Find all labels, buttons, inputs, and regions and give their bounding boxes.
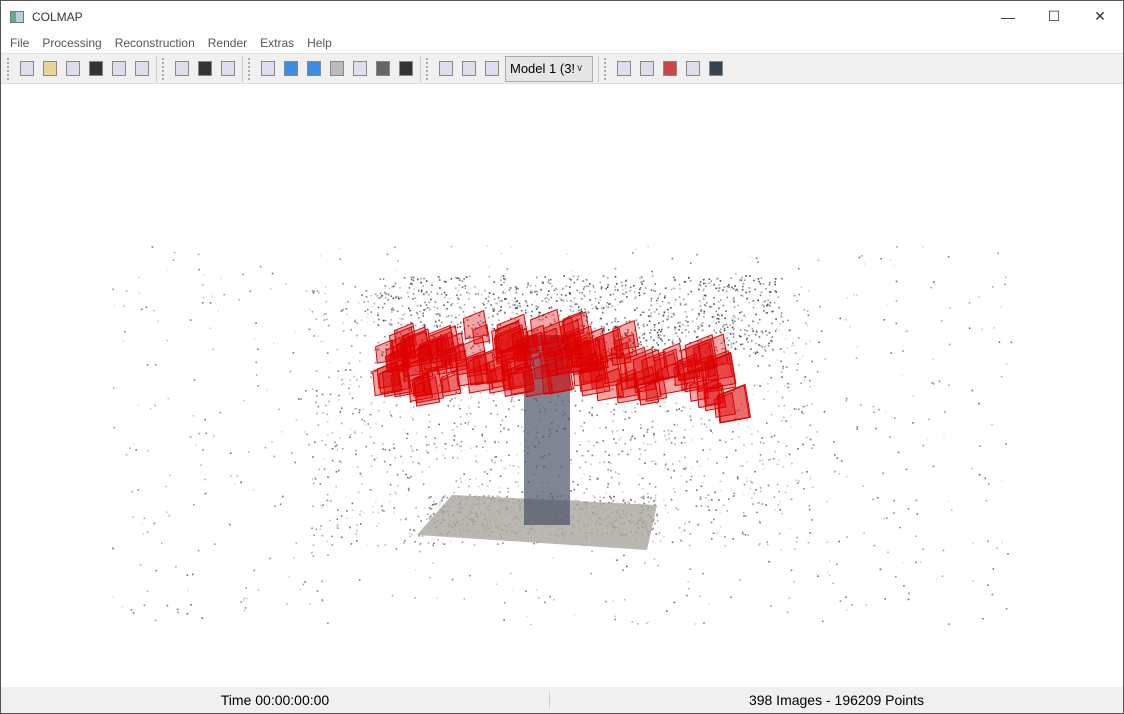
- screenshot-icon: [685, 61, 700, 76]
- stats-button[interactable]: [658, 58, 681, 80]
- save-project-button[interactable]: [84, 58, 107, 80]
- toolbar-separator: [598, 55, 599, 82]
- step-button[interactable]: [302, 58, 325, 80]
- log-button[interactable]: [612, 58, 635, 80]
- menu-processing[interactable]: Processing: [37, 36, 109, 50]
- toolbar-separator: [242, 55, 243, 82]
- movie-icon: [708, 61, 723, 76]
- import-model-icon: [111, 61, 126, 76]
- options-button[interactable]: [348, 58, 371, 80]
- import-model-button[interactable]: [107, 58, 130, 80]
- dense-import-button[interactable]: [434, 58, 457, 80]
- log-icon: [616, 61, 631, 76]
- matches-grid-button[interactable]: [635, 58, 658, 80]
- step-icon: [306, 61, 321, 76]
- menu-extras[interactable]: Extras: [255, 36, 302, 50]
- image-view-icon: [220, 61, 235, 76]
- status-bar: Time 00:00:00:00 398 Images - 196209 Poi…: [1, 687, 1123, 713]
- stats-icon: [662, 61, 677, 76]
- maximize-button[interactable]: ☐: [1031, 2, 1077, 32]
- open-project-icon: [42, 61, 57, 76]
- hammer-button[interactable]: [371, 58, 394, 80]
- title-bar: COLMAP — ☐ ✕: [1, 1, 1123, 32]
- toolbar-grip[interactable]: [7, 57, 10, 80]
- dense-export-button[interactable]: [457, 58, 480, 80]
- toolbar-grip[interactable]: [426, 57, 429, 80]
- render-options-icon: [398, 61, 413, 76]
- edit-project-button[interactable]: [61, 58, 84, 80]
- minimize-button[interactable]: —: [985, 2, 1031, 32]
- matches-grid-icon: [639, 61, 654, 76]
- network-icon: [484, 61, 499, 76]
- toolbar-separator: [156, 55, 157, 82]
- database-management-icon: [174, 61, 189, 76]
- grid-button[interactable]: [193, 58, 216, 80]
- save-project-icon: [88, 61, 103, 76]
- new-project-button[interactable]: [15, 58, 38, 80]
- toolbar-grip[interactable]: [604, 57, 607, 80]
- export-model-icon: [134, 61, 149, 76]
- database-management-button[interactable]: [170, 58, 193, 80]
- point-cloud-view[interactable]: [2, 85, 1123, 688]
- automatic-reconstruction-button[interactable]: [256, 58, 279, 80]
- menu-reconstruction[interactable]: Reconstruction: [110, 36, 203, 50]
- chevron-down-icon: ∨: [576, 63, 584, 74]
- open-project-button[interactable]: [38, 58, 61, 80]
- export-model-button[interactable]: [130, 58, 153, 80]
- new-project-icon: [19, 61, 34, 76]
- window-title: COLMAP: [32, 9, 83, 24]
- image-view-button[interactable]: [216, 58, 239, 80]
- close-button[interactable]: ✕: [1077, 2, 1123, 32]
- status-time: Time 00:00:00:00: [1, 692, 550, 708]
- menu-render[interactable]: Render: [203, 36, 255, 50]
- toolbar-separator: [420, 55, 421, 82]
- app-icon: [10, 10, 24, 23]
- network-button[interactable]: [480, 58, 503, 80]
- hammer-icon: [375, 61, 390, 76]
- toolbar: Model 1 (3! ∨: [1, 53, 1123, 84]
- toolbar-grip[interactable]: [162, 57, 165, 80]
- play-button[interactable]: [279, 58, 302, 80]
- menu-file[interactable]: File: [5, 36, 37, 50]
- model-select-value: Model 1 (3!: [510, 61, 576, 76]
- dense-export-icon: [461, 61, 476, 76]
- status-summary: 398 Images - 196209 Points: [748, 692, 925, 708]
- render-options-button[interactable]: [394, 58, 417, 80]
- dense-import-icon: [438, 61, 453, 76]
- edit-project-icon: [65, 61, 80, 76]
- menu-bar: File Processing Reconstruction Render Ex…: [1, 32, 1123, 53]
- automatic-reconstruction-icon: [260, 61, 275, 76]
- 3d-viewport[interactable]: [2, 85, 1123, 688]
- movie-button[interactable]: [704, 58, 727, 80]
- menu-help[interactable]: Help: [302, 36, 340, 50]
- grid-icon: [197, 61, 212, 76]
- toolbar-grip[interactable]: [248, 57, 251, 80]
- play-icon: [283, 61, 298, 76]
- model-select[interactable]: Model 1 (3! ∨: [505, 55, 593, 82]
- screenshot-button[interactable]: [681, 58, 704, 80]
- pause-button[interactable]: [325, 58, 348, 80]
- options-icon: [352, 61, 367, 76]
- pause-icon: [329, 61, 344, 76]
